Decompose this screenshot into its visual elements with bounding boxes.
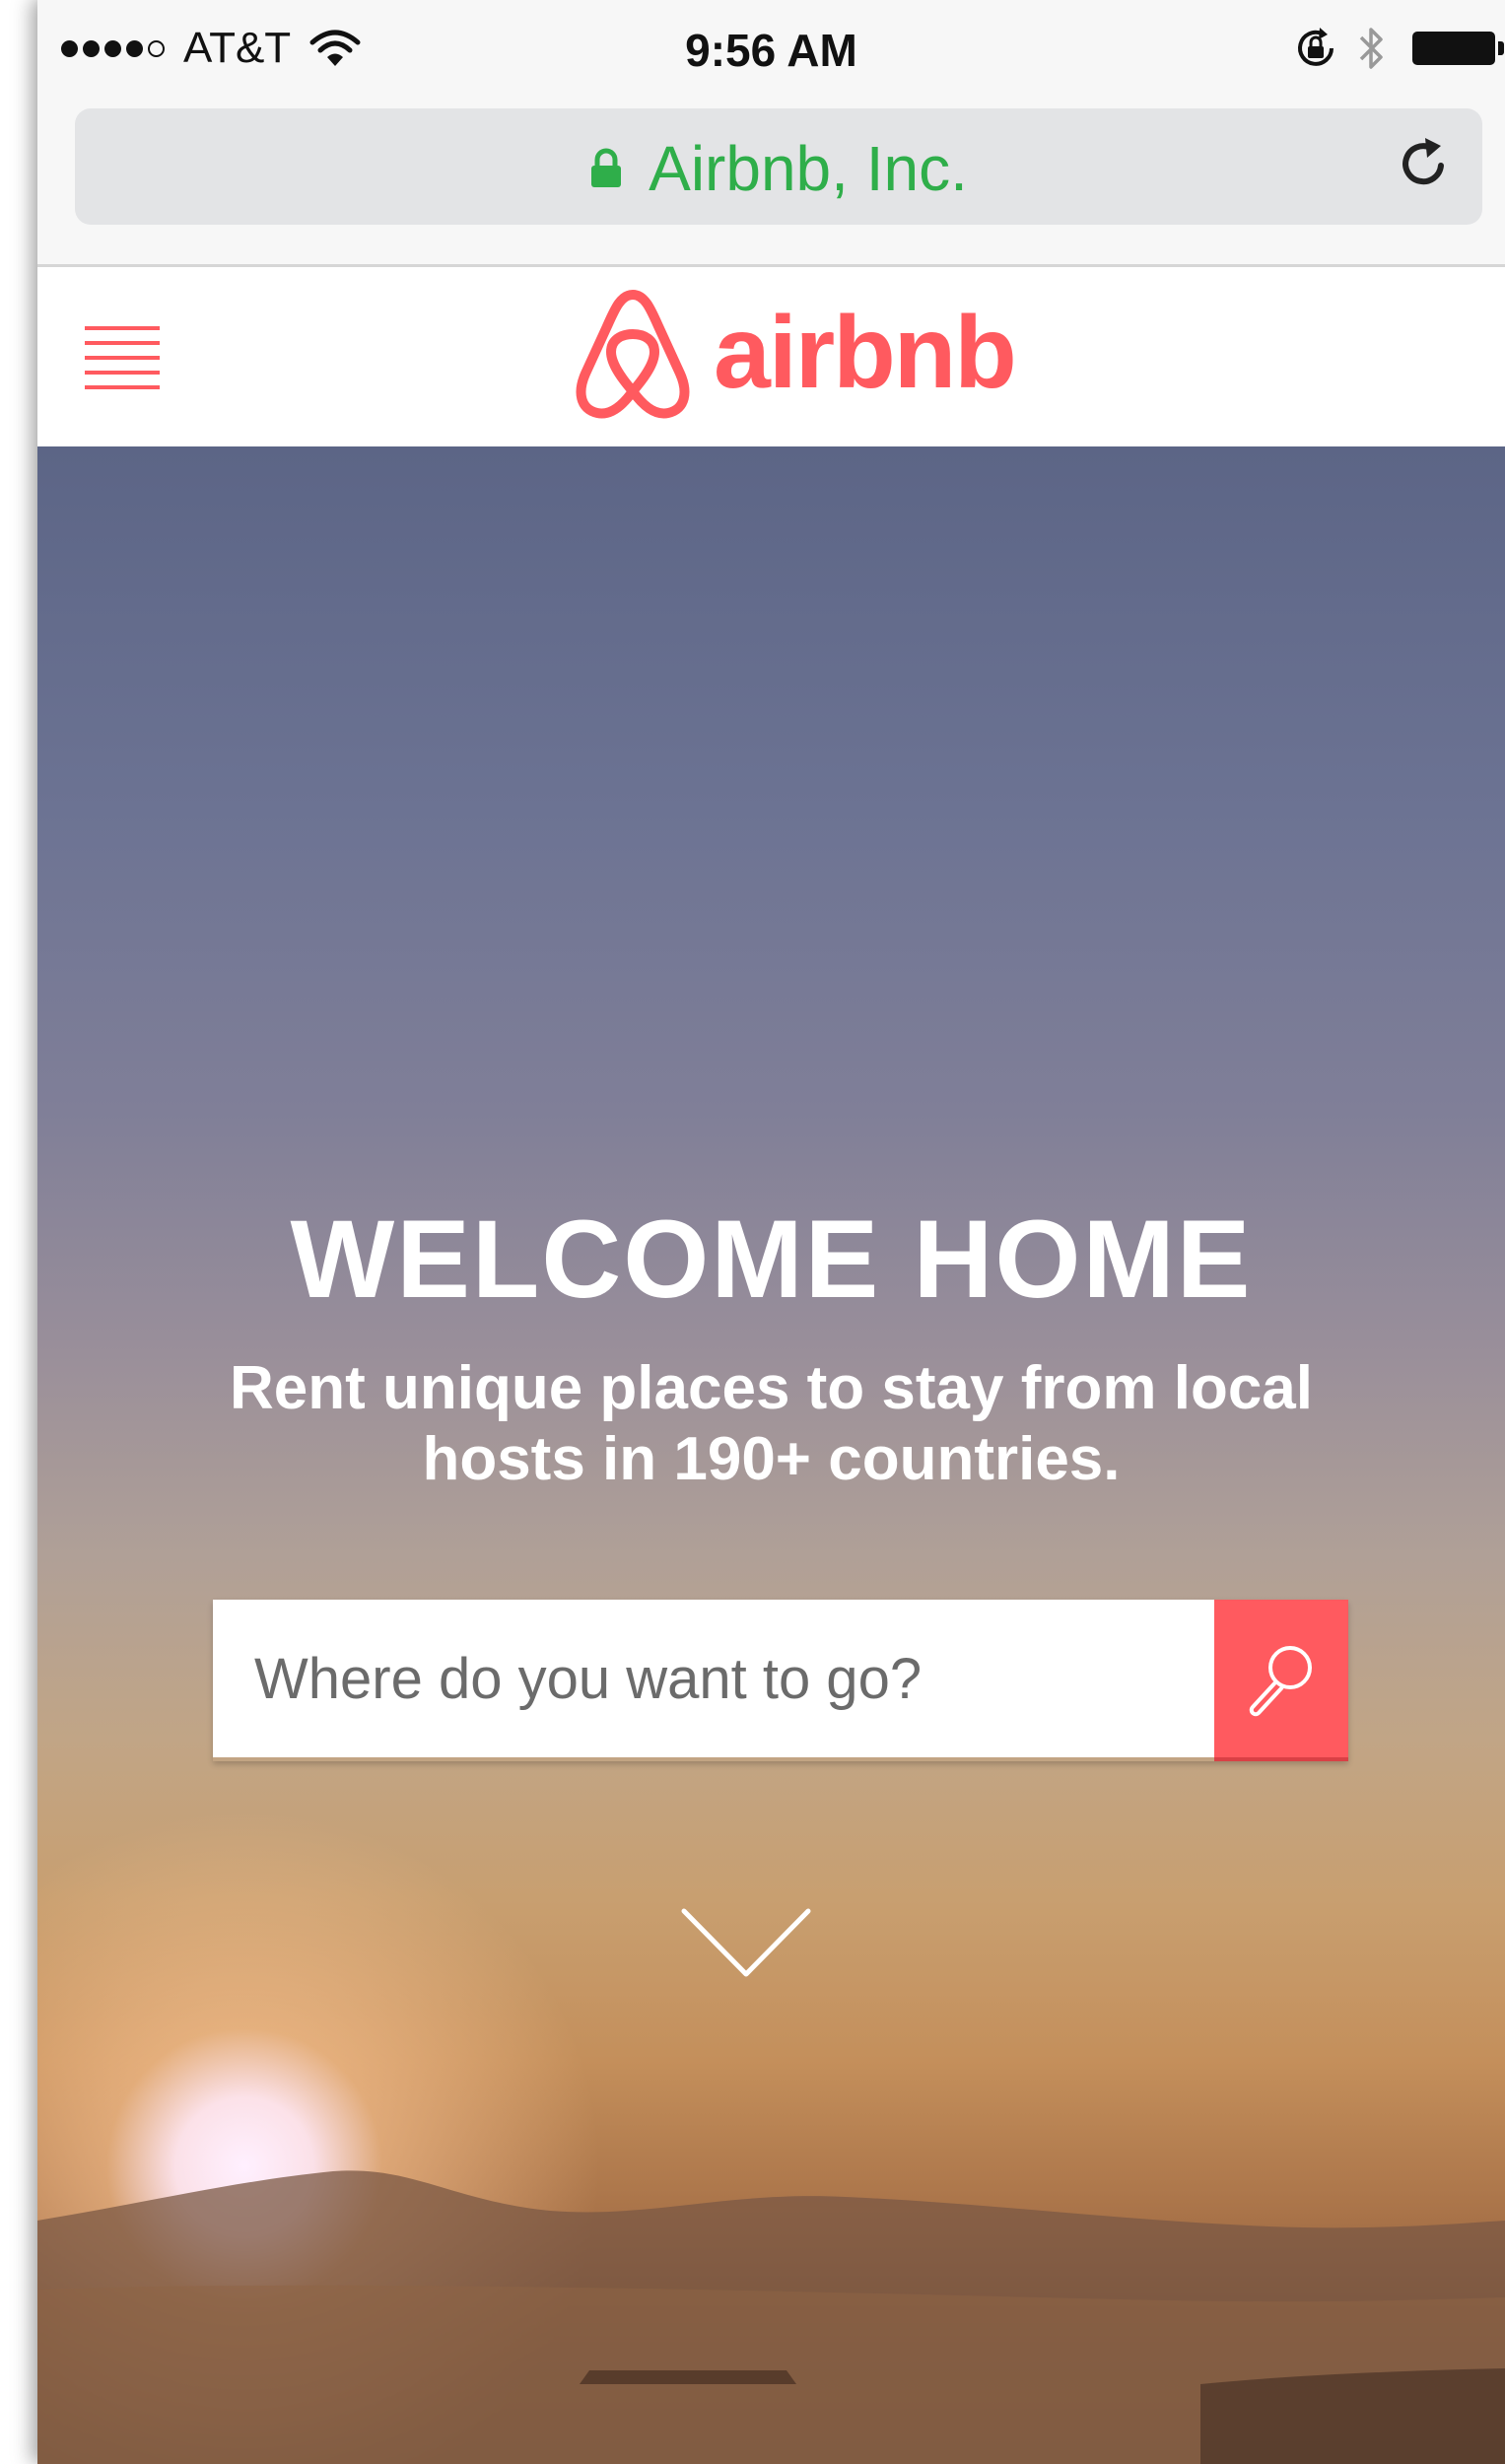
logo-wordmark: airbnb [714,295,1017,410]
status-time: 9:56 AM [685,25,857,76]
chevron-down-icon[interactable] [680,1907,812,1980]
airbnb-belo-icon [576,290,690,419]
status-bar: AT&T 9:56 AM [37,0,1505,99]
address-bar[interactable]: Airbnb, Inc. [75,108,1482,225]
search-button[interactable] [1214,1600,1348,1761]
bluetooth-icon [1359,28,1383,69]
site-name-text: Airbnb, Inc. [649,133,968,204]
hero-subtitle: Rent unique places to stay from local ho… [229,1354,1314,1493]
mountain-silhouette [37,2170,1505,2464]
destination-search [213,1600,1348,1761]
reload-icon[interactable] [1392,132,1455,195]
status-right [1292,24,1504,73]
rotation-lock-icon [1298,28,1334,66]
hero-section: WELCOME HOME Rent unique places to stay … [37,446,1505,2464]
site-header: airbnb [37,267,1505,446]
padlock-icon [591,148,622,187]
hero-title: WELCOME HOME [290,1198,1253,1321]
phone-screen: AT&T 9:56 AM Airbnb, Inc. airbnb WELCOME… [37,0,1505,2464]
browser-address-area: Airbnb, Inc. [37,99,1505,267]
airbnb-logo[interactable]: airbnb [572,287,1017,419]
battery-icon [1412,32,1504,65]
hamburger-menu-icon[interactable] [85,324,160,389]
magnifier-icon [1249,1646,1312,1717]
destination-search-input[interactable] [213,1600,1214,1757]
site-identity: Airbnb, Inc. [75,132,1482,205]
